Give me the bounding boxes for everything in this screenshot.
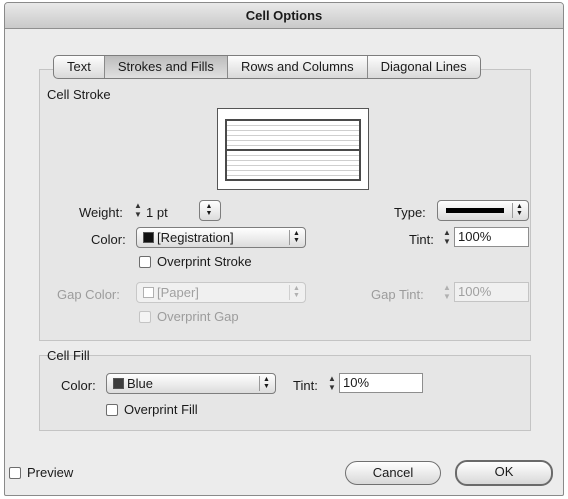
fill-color-value: Blue (127, 376, 154, 391)
overprint-stroke-checkbox[interactable] (139, 256, 151, 268)
fill-tint-input[interactable]: 10% (339, 373, 423, 393)
stroke-tint-input[interactable]: 100% (454, 227, 529, 247)
gap-color-value: [Paper] (157, 285, 199, 300)
tint-stepper-icon[interactable]: ▲ ▼ (442, 229, 452, 247)
gap-tint-input[interactable]: 100% (454, 282, 529, 302)
gap-tint-stepper-icon[interactable]: ▲ ▼ (442, 284, 452, 302)
ok-button[interactable]: OK (455, 460, 553, 486)
overprint-fill-label: Overprint Fill (124, 402, 198, 417)
preview-label: Preview (27, 465, 74, 480)
tab-strokes-and-fills[interactable]: Strokes and Fills (104, 56, 228, 78)
fill-tint-stepper-icon[interactable]: ▲ ▼ (327, 375, 337, 393)
gap-tint-label: Gap Tint: (371, 287, 424, 302)
weight-dropdown[interactable]: ▲ ▼ (199, 200, 221, 221)
solid-line-swatch (446, 208, 504, 213)
chevron-updown-icon: ▲ ▼ (205, 203, 213, 217)
overprint-stroke-label: Overprint Stroke (157, 254, 252, 269)
stroke-proxy-preview[interactable] (217, 108, 369, 190)
stroke-tint-label: Tint: (409, 232, 434, 247)
gap-color-label: Gap Color: (57, 287, 120, 302)
type-label: Type: (394, 205, 426, 220)
tab-text[interactable]: Text (54, 56, 105, 78)
paper-swatch-icon (143, 287, 154, 298)
chevron-updown-icon: ▲ ▼ (289, 285, 303, 300)
cell-stroke-title: Cell Stroke (47, 87, 111, 102)
overprint-gap-checkbox[interactable] (139, 311, 151, 323)
fill-tint-label: Tint: (293, 378, 318, 393)
cell-options-dialog: Cell Options Text Strokes and Fills Rows… (4, 2, 564, 496)
chevron-updown-icon: ▲ ▼ (289, 230, 303, 245)
window-title: Cell Options (5, 3, 563, 29)
stroke-proxy-divider (227, 149, 359, 151)
weight-label: Weight: (79, 205, 123, 220)
stroke-color-value: [Registration] (157, 230, 234, 245)
stroke-type-dropdown[interactable]: ▲ ▼ (437, 200, 529, 221)
weight-stepper-icon[interactable]: ▲ ▼ (133, 202, 143, 220)
blue-swatch-icon (113, 378, 124, 389)
cancel-button[interactable]: Cancel (345, 461, 441, 485)
tab-rows-and-columns[interactable]: Rows and Columns (228, 56, 368, 78)
weight-value[interactable]: 1 pt (146, 205, 168, 220)
stroke-proxy-cells (225, 119, 361, 181)
registration-swatch-icon (143, 232, 154, 243)
overprint-fill-checkbox[interactable] (106, 404, 118, 416)
stroke-color-dropdown[interactable]: [Registration] ▲ ▼ (136, 227, 306, 248)
tab-diagonal-lines[interactable]: Diagonal Lines (368, 56, 480, 78)
fill-color-label: Color: (61, 378, 96, 393)
fill-color-dropdown[interactable]: Blue ▲ ▼ (106, 373, 276, 394)
tab-bar: Text Strokes and Fills Rows and Columns … (53, 55, 481, 79)
chevron-updown-icon: ▲ ▼ (259, 376, 273, 391)
cell-fill-title: Cell Fill (47, 348, 90, 363)
preview-checkbox[interactable] (9, 467, 21, 479)
overprint-gap-label: Overprint Gap (157, 309, 239, 324)
gap-color-dropdown[interactable]: [Paper] ▲ ▼ (136, 282, 306, 303)
stroke-color-label: Color: (91, 232, 126, 247)
chevron-updown-icon: ▲ ▼ (512, 203, 526, 218)
